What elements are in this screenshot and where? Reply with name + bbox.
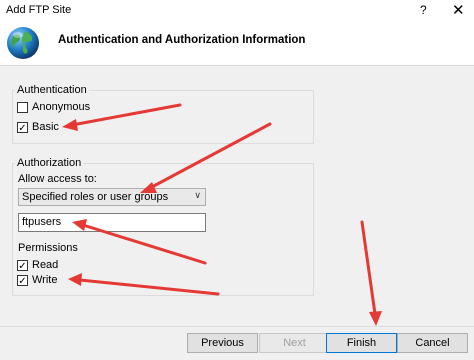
authentication-legend: Authentication (17, 84, 87, 96)
write-label: Write (32, 274, 58, 286)
help-button[interactable]: ? (420, 3, 427, 17)
anonymous-checkbox[interactable] (17, 101, 28, 113)
allow-access-label: Allow access to: (18, 173, 97, 185)
write-option[interactable]: ✓ Write (17, 274, 58, 287)
basic-checkbox[interactable]: ✓ (17, 121, 28, 134)
authentication-group: Authentication (12, 84, 314, 144)
allow-access-value: Specified roles or user groups (22, 191, 169, 203)
arrow-head-finish (369, 311, 382, 326)
permissions-label: Permissions (18, 242, 78, 254)
arrow-to-finish (360, 220, 377, 316)
close-button[interactable]: ✕ (452, 1, 465, 19)
read-label: Read (32, 259, 59, 271)
cancel-button[interactable]: Cancel (397, 333, 468, 353)
page-title: Authentication and Authorization Informa… (58, 34, 306, 46)
anonymous-option[interactable]: Anonymous (17, 101, 90, 113)
chevron-down-icon: ∨ (194, 190, 201, 200)
authorization-legend: Authorization (17, 157, 82, 169)
anonymous-label: Anonymous (32, 101, 91, 113)
previous-button[interactable]: Previous (187, 333, 258, 353)
read-option[interactable]: ✓ Read (17, 259, 59, 272)
users-input[interactable]: ftpusers (18, 213, 206, 232)
write-checkbox[interactable]: ✓ (17, 274, 28, 287)
allow-access-dropdown[interactable]: Specified roles or user groups ∨ (18, 188, 206, 206)
basic-label: Basic (32, 121, 59, 133)
next-button[interactable]: Next (259, 333, 330, 353)
window-title: Add FTP Site (6, 4, 72, 16)
globe-icon (7, 27, 39, 59)
title-bar: Add FTP Site ? ✕ (0, 0, 474, 20)
footer-divider (0, 326, 474, 327)
finish-button[interactable]: Finish (326, 333, 397, 353)
read-checkbox[interactable]: ✓ (17, 259, 28, 272)
wizard-header: Authentication and Authorization Informa… (0, 20, 474, 66)
basic-option[interactable]: ✓ Basic (17, 121, 59, 134)
